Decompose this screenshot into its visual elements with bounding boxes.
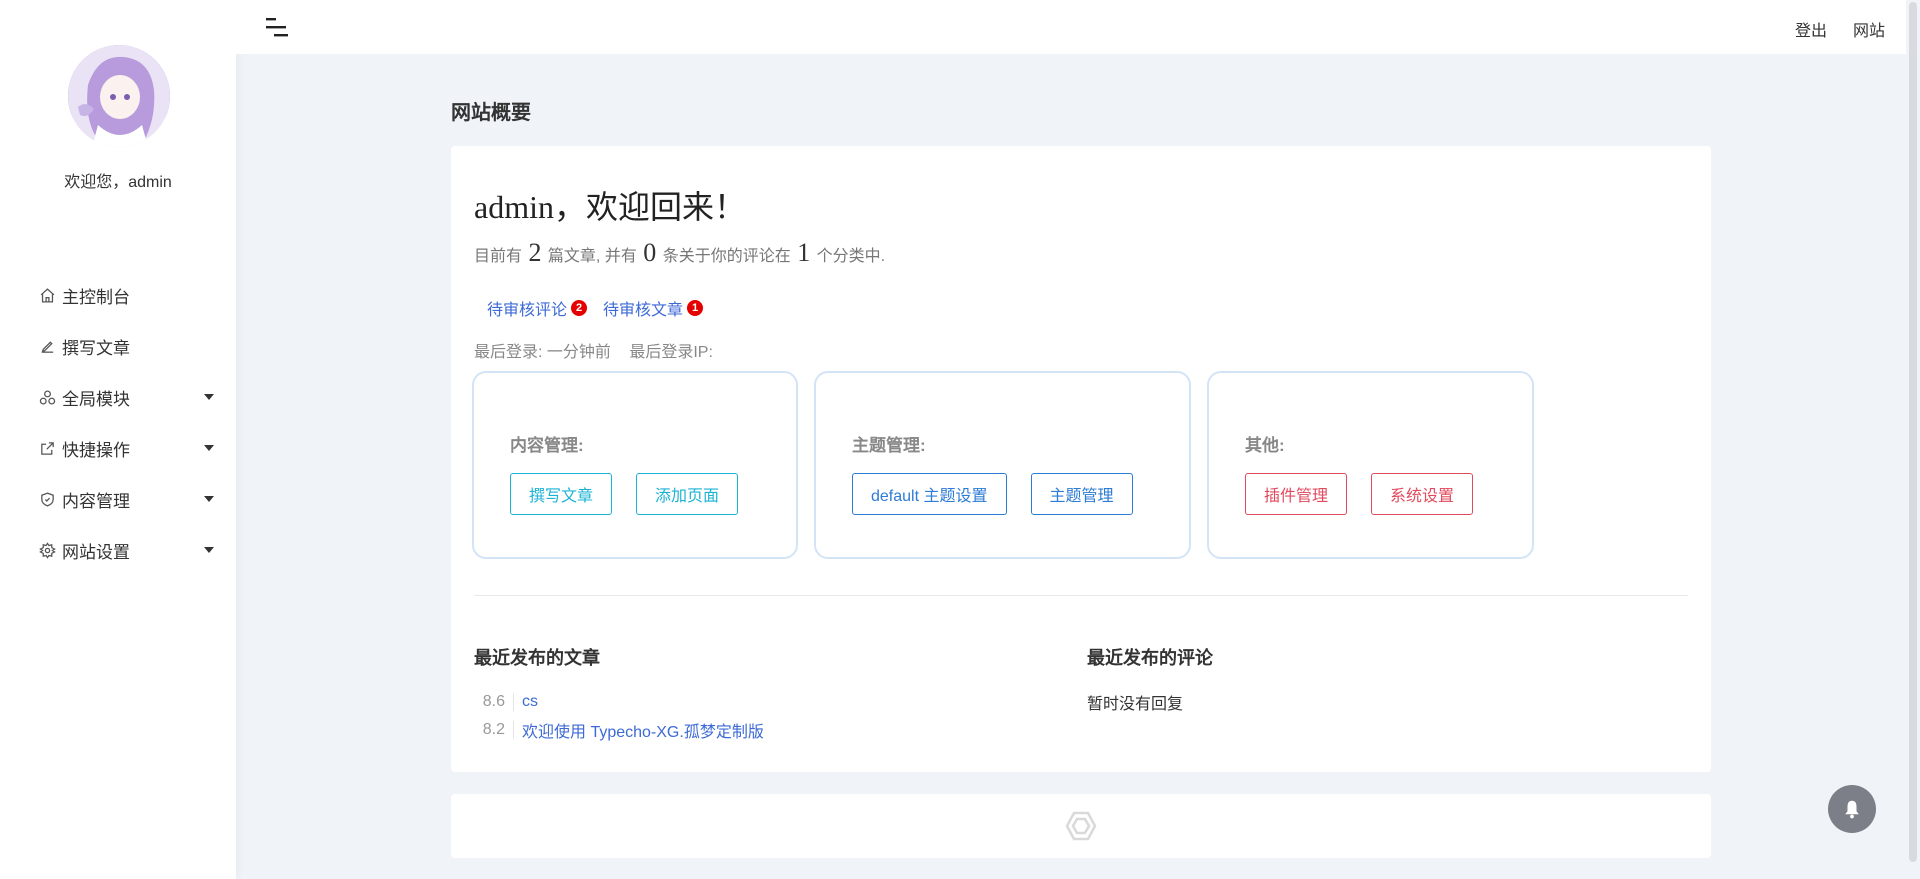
stats-summary: 目前有 2 篇文章, 并有 0 条关于你的评论在 1 个分类中. [474,238,885,268]
stats-text: 条关于你的评论在 [662,248,791,265]
welcome-text: 欢迎您，admin [64,174,172,191]
category-count: 1 [797,238,811,267]
gear-icon [38,542,56,560]
no-comments-text: 暂时没有回复 [1087,696,1184,713]
stats-text: 个分类中. [816,248,886,265]
pending-comments-label: 待审核评论 [487,302,568,319]
bell-icon [1845,800,1859,819]
sidebar-item-quick-actions[interactable]: 快捷操作 [0,423,236,474]
box-title: 内容管理: [510,436,584,455]
chevron-down-icon [204,547,214,553]
write-post-button[interactable]: 撰写文章 [510,473,613,515]
other-box: 其他: 插件管理 系统设置 [1207,371,1534,559]
post-date: 8.2 [482,721,514,739]
sidebar-item-label: 主控制台 [62,288,130,307]
top-bar: ☾ 登出 网站 [236,0,1920,54]
menu-toggle-icon[interactable] [266,16,290,38]
post-date: 8.6 [482,693,514,711]
sidebar-item-site-settings[interactable]: 网站设置 [0,525,236,576]
shield-icon [38,491,56,509]
comment-count: 0 [643,238,657,267]
website-link[interactable]: 网站 [1853,17,1885,41]
sidebar-item-write-post[interactable]: 撰写文章 [0,321,236,372]
scrollbar-thumb[interactable] [1909,2,1917,862]
sidebar-item-label: 网站设置 [62,543,130,562]
box-title: 其他: [1245,436,1285,455]
theme-settings-button[interactable]: default 主题设置 [852,473,1007,515]
pending-review: 待审核评论 2 待审核文章 1 [487,296,704,320]
box-title: 主题管理: [852,436,926,455]
edit-icon [38,338,56,356]
notification-button[interactable] [1828,785,1876,833]
chevron-down-icon [204,445,214,451]
add-page-button[interactable]: 添加页面 [636,473,739,515]
system-settings-button[interactable]: 系统设置 [1371,473,1474,515]
external-link-icon [38,440,56,458]
sidebar-item-label: 内容管理 [62,492,130,511]
typecho-logo-icon [1065,811,1097,841]
modules-icon [38,389,56,407]
recent-comments-title: 最近发布的评论 [1087,648,1213,668]
welcome-heading: admin，欢迎回来！ [474,189,746,225]
pending-comments-badge: 2 [571,300,588,316]
sidebar-item-dashboard[interactable]: 主控制台 [0,270,236,321]
theme-management-box: 主题管理: default 主题设置 主题管理 [814,371,1191,559]
last-login-time: 最后登录: 一分钟前 [474,344,611,361]
sidebar-item-label: 全局模块 [62,390,130,409]
sidebar-item-label: 快捷操作 [62,441,130,460]
sidebar-item-label: 撰写文章 [62,339,130,358]
theme-management-button[interactable]: 主题管理 [1030,473,1133,515]
last-login-info: 最后登录: 一分钟前 最后登录IP: [474,338,727,362]
avatar[interactable] [68,45,170,147]
chevron-down-icon [204,496,214,502]
content-management-box: 内容管理: 撰写文章 添加页面 [472,371,798,559]
stats-text: 篇文章, 并有 [547,248,637,265]
post-count: 2 [528,238,542,267]
divider [474,595,1688,596]
post-link[interactable]: cs [514,693,538,711]
scrollbar[interactable] [1906,0,1920,879]
pending-posts-link[interactable]: 待审核文章 1 [603,296,704,320]
page-title: 网站概要 [451,102,531,124]
pending-comments-link[interactable]: 待审核评论 2 [487,296,588,320]
sidebar: 欢迎您，admin 主控制台 撰写文章 全局模块 快捷操作 内容管理 网站设置 [0,0,236,879]
pending-posts-label: 待审核文章 [603,302,684,319]
sidebar-nav: 主控制台 撰写文章 全局模块 快捷操作 内容管理 网站设置 [0,270,236,576]
pending-posts-badge: 1 [687,300,704,316]
sidebar-item-global-modules[interactable]: 全局模块 [0,372,236,423]
chevron-down-icon [204,394,214,400]
list-item: 8.6 cs [474,688,764,716]
sidebar-item-content-management[interactable]: 内容管理 [0,474,236,525]
list-item: 8.2 欢迎使用 Typecho-XG.孤梦定制版 [474,716,764,744]
overview-card: admin，欢迎回来！ 目前有 2 篇文章, 并有 0 条关于你的评论在 1 个… [451,146,1711,772]
footer-card [451,794,1711,858]
post-link[interactable]: 欢迎使用 Typecho-XG.孤梦定制版 [514,718,764,742]
recent-posts-title: 最近发布的文章 [474,648,600,668]
home-icon [38,287,56,305]
plugin-management-button[interactable]: 插件管理 [1245,473,1348,515]
logout-link[interactable]: 登出 [1795,17,1827,41]
recent-posts-list: 8.6 cs 8.2 欢迎使用 Typecho-XG.孤梦定制版 [474,688,764,744]
stats-text: 目前有 [474,248,523,265]
last-login-ip: 最后登录IP: [629,344,713,361]
